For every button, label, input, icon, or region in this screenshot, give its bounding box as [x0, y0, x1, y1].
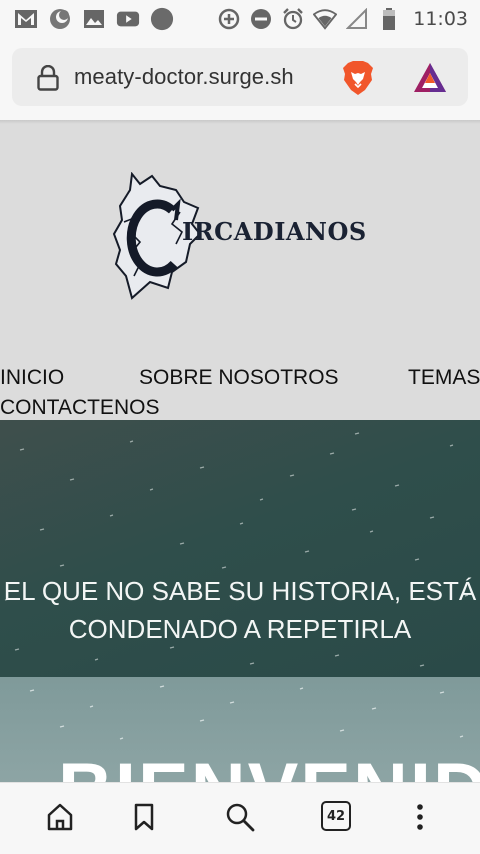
browser-toolbar: meaty-doctor.surge.sh — [0, 38, 480, 120]
nav-link-contactenos[interactable]: CONTACTENOS — [0, 396, 159, 420]
system-icons: 11:03 — [217, 6, 468, 32]
clock: 11:03 — [413, 8, 468, 30]
address-bar[interactable]: meaty-doctor.surge.sh — [12, 48, 468, 106]
data-saver-icon — [217, 7, 241, 31]
browser-screen: 11:03 meaty-doctor.surge.sh IRCADIANOS I… — [0, 0, 480, 854]
youtube-icon — [116, 7, 140, 31]
notification-icons — [14, 6, 174, 32]
lock-icon[interactable] — [36, 64, 60, 91]
brave-lion-icon[interactable] — [341, 60, 375, 96]
web-page: IRCADIANOS INICIO SOBRE NOSOTROS TEMAS C… — [0, 120, 480, 782]
gmail-icon — [14, 7, 38, 31]
bat-triangle-icon[interactable] — [412, 61, 448, 95]
status-bar: 11:03 — [0, 0, 480, 38]
browser-bottom-bar: 42 — [0, 782, 480, 854]
circle-notification-icon — [150, 7, 174, 31]
tabs-icon[interactable]: 42 — [321, 801, 353, 833]
alarm-icon — [281, 7, 305, 31]
nav-link-inicio[interactable]: INICIO — [0, 366, 64, 390]
nav-link-temas[interactable]: TEMAS — [408, 366, 480, 390]
url-text[interactable]: meaty-doctor.surge.sh — [74, 64, 294, 90]
bookmark-icon[interactable] — [128, 801, 160, 833]
site-navigation: INICIO SOBRE NOSOTROS TEMAS CONTACTENOS — [0, 366, 480, 422]
wifi-icon — [313, 7, 338, 31]
hero-quote: EL QUE NO SABE SU HISTORIA, ESTÁ CONDENA… — [0, 572, 480, 648]
signal-icon — [345, 7, 369, 31]
hero-banner: EL QUE NO SABE SU HISTORIA, ESTÁ CONDENA… — [0, 420, 480, 677]
toolbar-shadow — [0, 120, 480, 124]
battery-icon — [377, 7, 401, 31]
image-icon — [82, 7, 106, 31]
moon-icon — [48, 7, 72, 31]
hero-quote-line-1: EL QUE NO SABE SU HISTORIA, ESTÁ — [3, 576, 477, 606]
search-icon[interactable] — [224, 801, 256, 833]
welcome-heading: BIENVENIDO — [58, 747, 480, 782]
welcome-section: BIENVENIDO — [0, 677, 480, 782]
hero-quote-line-2: CONDENADO A REPETIRLA — [68, 614, 412, 644]
site-logo[interactable]: IRCADIANOS — [110, 171, 366, 304]
do-not-disturb-icon — [249, 7, 273, 31]
tab-count: 42 — [321, 801, 351, 831]
home-icon[interactable] — [44, 801, 76, 833]
logo-text: IRCADIANOS — [182, 217, 367, 246]
nav-link-sobre-nosotros[interactable]: SOBRE NOSOTROS — [139, 366, 339, 390]
more-icon[interactable] — [404, 801, 436, 833]
